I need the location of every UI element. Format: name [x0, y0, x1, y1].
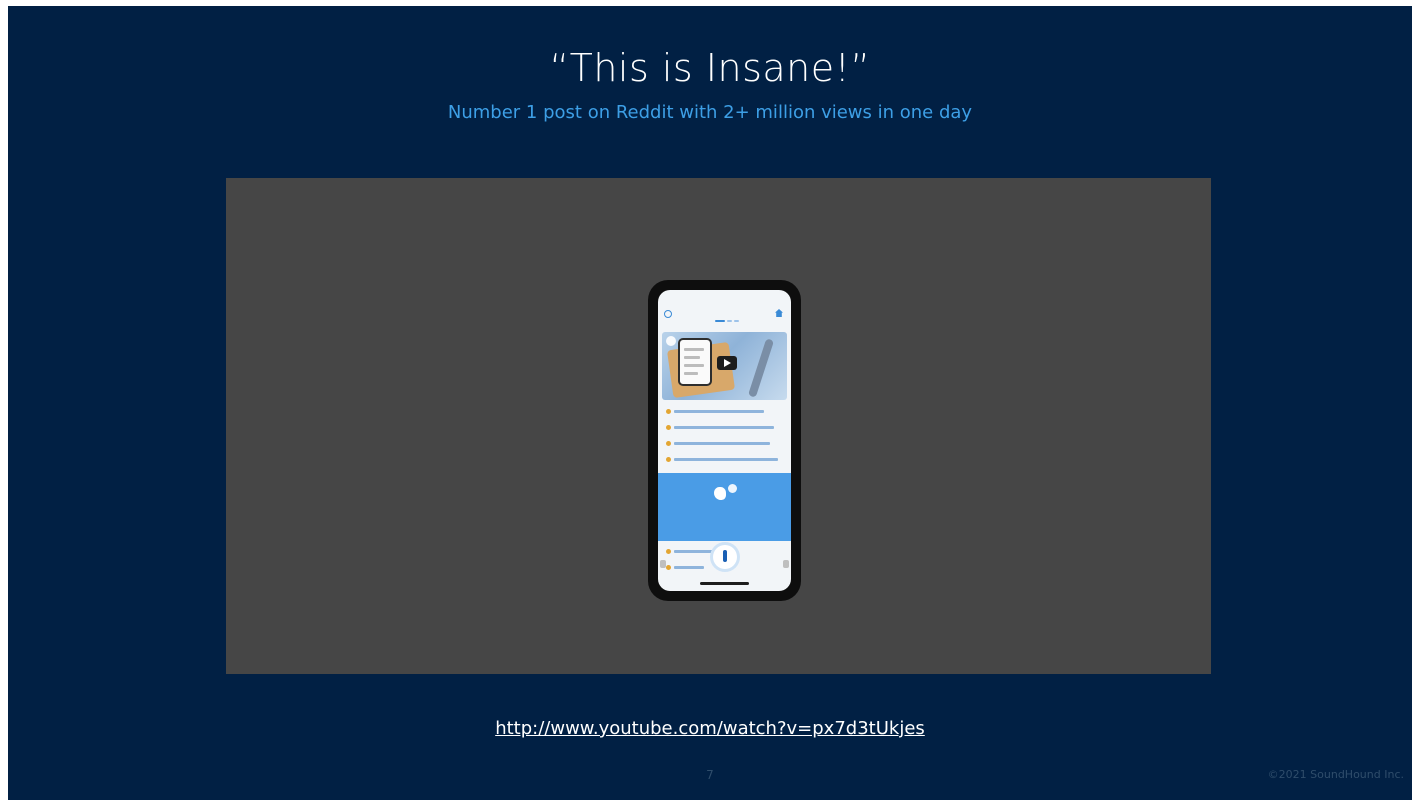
settings-icon — [664, 310, 672, 318]
hero-video-thumbnail — [662, 332, 787, 400]
youtube-link-container: http://www.youtube.com/watch?v=px7d3tUkj… — [8, 718, 1412, 739]
slide: “This is Insane!” Number 1 post on Reddi… — [8, 6, 1412, 800]
bulb-icon — [666, 441, 671, 446]
bulb-icon — [666, 425, 671, 430]
copyright-text: ©2021 SoundHound Inc. — [1267, 768, 1404, 781]
tip-list — [658, 404, 791, 471]
list-item — [658, 455, 791, 468]
back-icon — [666, 336, 676, 346]
left-edge-button — [660, 560, 666, 568]
slide-title: “This is Insane!” — [549, 46, 871, 90]
play-icon — [717, 356, 737, 370]
phone-screen — [658, 290, 791, 591]
tap-and-ask-panel — [658, 473, 791, 541]
page-dots — [715, 320, 739, 322]
youtube-link[interactable]: http://www.youtube.com/watch?v=px7d3tUkj… — [495, 718, 925, 739]
bulb-icon — [666, 549, 671, 554]
right-edge-button — [783, 560, 789, 568]
phone-mockup — [648, 280, 801, 601]
bulb-icon — [666, 457, 671, 462]
slide-subtitle: Number 1 post on Reddit with 2+ million … — [447, 102, 973, 123]
hero-spoon — [747, 338, 775, 398]
list-item — [658, 407, 791, 420]
home-icon — [775, 309, 783, 317]
bulb-icon — [666, 409, 671, 414]
app-nav-bar — [658, 304, 791, 330]
page-number: 7 — [706, 768, 714, 782]
status-bar — [658, 290, 791, 303]
embedded-video[interactable] — [226, 178, 1211, 674]
home-indicator — [700, 582, 749, 585]
list-item — [658, 439, 791, 452]
hero-phone — [678, 338, 712, 386]
microphone-button — [713, 545, 737, 569]
list-item — [658, 423, 791, 436]
bulb-icon — [666, 565, 671, 570]
